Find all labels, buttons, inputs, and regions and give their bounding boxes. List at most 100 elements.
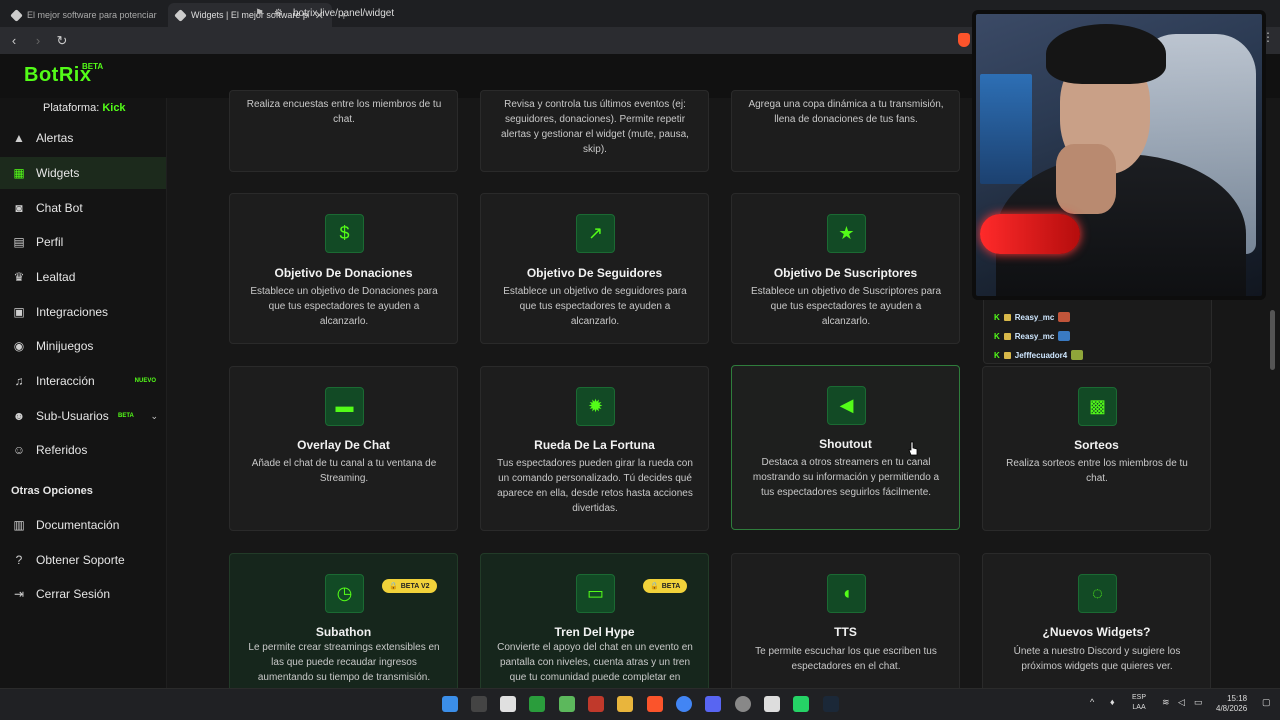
mouse-cursor-icon xyxy=(908,441,918,456)
webcam-microphone xyxy=(980,214,1080,254)
xbox-icon[interactable] xyxy=(529,696,545,712)
sidebar-item-interaccion[interactable]: ♫ Interacción NUEVO xyxy=(0,365,166,397)
volume-icon[interactable]: ◁ xyxy=(1178,697,1185,707)
bulb-icon: ◌ xyxy=(1078,574,1117,613)
new-badge: NUEVO xyxy=(134,378,156,384)
steam-icon[interactable] xyxy=(823,696,839,712)
widget-card-subathon[interactable]: 🔒 BETA V2 ◷ Subathon Le permite crear str… xyxy=(229,553,458,693)
sidebar-item-documentacion[interactable]: ▥ Documentación xyxy=(0,509,166,541)
whatsapp-icon[interactable] xyxy=(793,696,809,712)
address-bar[interactable]: ⚑ ⚙ botrix.live/panel/widget xyxy=(255,4,965,23)
sidebar-item-chat-bot[interactable]: ◙ Chat Bot xyxy=(0,192,166,224)
sidebar-item-label: Widgets xyxy=(36,166,80,180)
widget-description: Convierte el apoyo del chat en un evento… xyxy=(497,642,693,683)
widget-description: Realiza sorteos entre los miembros de tu… xyxy=(1006,458,1188,484)
forward-icon[interactable]: › xyxy=(28,33,48,48)
widget-title: Shoutout xyxy=(819,437,872,451)
webcam-background xyxy=(980,74,1032,184)
widget-card-objetivo-seguidores[interactable]: ↗ Objetivo De Seguidores Establece un ob… xyxy=(480,193,709,344)
widget-card-nuevos-widgets[interactable]: ◌ ¿Nuevos Widgets? Únete a nuestro Disco… xyxy=(982,553,1211,693)
microphone-icon[interactable]: ♦ xyxy=(1110,697,1115,707)
brave-shield-icon[interactable] xyxy=(958,33,970,47)
sidebar-item-label: Documentación xyxy=(36,518,120,532)
chat-username: Reasy_mc xyxy=(1014,312,1055,322)
sidebar-item-alertas[interactable]: ▲ Alertas xyxy=(0,122,166,154)
minecraft-icon[interactable] xyxy=(559,696,575,712)
bookmark-icon[interactable]: ⚑ xyxy=(255,8,264,19)
wifi-icon[interactable]: ≋ xyxy=(1162,697,1170,707)
sidebar-item-referidos[interactable]: ☺ Referidos xyxy=(0,434,166,466)
chevron-down-icon[interactable]: ⌄ xyxy=(150,411,158,422)
sidebar-item-label: Interacción xyxy=(36,374,95,388)
widget-card-objetivo-donaciones[interactable]: $ Objetivo De Donaciones Establece un ob… xyxy=(229,193,458,344)
widget-card-objetivo-suscriptores[interactable]: ★ Objetivo De Suscriptores Establece un … xyxy=(731,193,960,344)
chrome-icon[interactable] xyxy=(676,696,692,712)
widget-card-encuestas[interactable]: Realiza encuestas entre los miembros de … xyxy=(229,90,458,172)
clock-time: 15:18 xyxy=(1227,694,1248,703)
users-icon: ☻ xyxy=(12,409,26,423)
discord-icon[interactable] xyxy=(705,696,721,712)
emote-icon xyxy=(1058,331,1071,341)
site-info-icon[interactable]: ⚙ xyxy=(274,8,283,19)
widget-card-copa[interactable]: Agrega una copa dinámica a tu transmisió… xyxy=(731,90,960,172)
page-scrollbar[interactable] xyxy=(1270,310,1275,370)
back-icon[interactable]: ‹ xyxy=(4,33,24,48)
sidebar-item-integraciones[interactable]: ▣ Integraciones xyxy=(0,296,166,328)
chat-message: K Reasy_mc xyxy=(994,312,1071,322)
widget-card-eventos[interactable]: Revisa y controla tus últimos eventos (e… xyxy=(480,90,709,172)
beta-badge: 🔒 BETA xyxy=(643,579,688,593)
sidebar-item-label: Minijuegos xyxy=(36,339,94,353)
widget-title: Objetivo De Suscriptores xyxy=(773,266,918,280)
sidebar-item-cerrar-sesion[interactable]: ⇥ Cerrar Sesión xyxy=(0,578,166,610)
widget-card-rueda-fortuna[interactable]: ✹ Rueda De La Fortuna Tus espectadores p… xyxy=(480,366,709,531)
sidebar-item-sub-usuarios[interactable]: ☻ Sub-Usuarios BETA ⌄ xyxy=(0,400,166,432)
sidebar-item-label: Lealtad xyxy=(36,270,76,284)
sidebar-item-obtener-soporte[interactable]: ? Obtener Soporte xyxy=(0,544,166,576)
widget-title: Objetivo De Seguidores xyxy=(526,266,663,280)
sidebar-item-lealtad[interactable]: ♛ Lealtad xyxy=(0,261,166,293)
browser-tab[interactable]: El mejor software para potenciar xyxy=(4,3,168,27)
store-icon[interactable] xyxy=(500,696,516,712)
music-icon: ♫ xyxy=(14,374,24,388)
chat-message: K Reasy_mc xyxy=(994,331,1071,341)
widget-description: Tus espectadores pueden girar la rueda c… xyxy=(497,458,693,514)
badge-icon xyxy=(1003,313,1011,321)
taskbar xyxy=(0,688,1280,720)
badge-icon xyxy=(1003,332,1011,340)
chat-icon: ▬ xyxy=(325,387,364,426)
brave-icon[interactable] xyxy=(647,696,663,712)
sidebar-item-widgets[interactable]: ▦ Widgets xyxy=(0,157,166,189)
widget-card-sorteos[interactable]: ▩ Sorteos Realiza sorteos entre los miem… xyxy=(982,366,1211,531)
speaker-icon: ◖ xyxy=(827,574,866,613)
star-icon: ★ xyxy=(827,214,866,253)
sidebar-item-perfil[interactable]: ▤ Perfil xyxy=(0,226,166,258)
capcut-icon[interactable] xyxy=(764,696,780,712)
platform-label: Plataforma: xyxy=(43,102,100,114)
train-icon: ▭ xyxy=(576,574,615,613)
language-indicator[interactable]: ESP LAA xyxy=(1132,693,1146,713)
widget-card-tts[interactable]: ◖ TTS Te permite escuchar los que escrib… xyxy=(731,553,960,693)
windows-start-icon[interactable] xyxy=(442,696,458,712)
clock[interactable]: 15:18 4/8/2026 xyxy=(1216,694,1247,714)
sidebar-item-minijuegos[interactable]: ◉ Minijuegos xyxy=(0,330,166,362)
botrix-favicon-icon xyxy=(10,8,23,22)
widget-description: Establece un objetivo de Donaciones para… xyxy=(250,286,438,327)
tray-chevron-icon[interactable]: ^ xyxy=(1090,697,1094,707)
notifications-icon[interactable]: ▢ xyxy=(1262,697,1271,707)
app-icon[interactable] xyxy=(588,696,604,712)
logout-icon: ⇥ xyxy=(13,587,25,601)
folder-icon[interactable] xyxy=(617,696,633,712)
beta-badge-label: BETA V2 xyxy=(400,582,430,590)
widget-card-overlay-chat[interactable]: ▬ Overlay De Chat Añade el chat de tu ca… xyxy=(229,366,458,531)
obs-icon[interactable] xyxy=(735,696,751,712)
chat-username: Jefffecuador4 xyxy=(1014,350,1068,360)
reload-icon[interactable]: ↻ xyxy=(52,33,72,49)
widget-title: Tren Del Hype xyxy=(554,625,635,639)
sidebar-item-label: Obtener Soporte xyxy=(36,553,125,567)
task-view-icon[interactable] xyxy=(471,696,487,712)
battery-icon[interactable]: ▭ xyxy=(1194,697,1203,707)
widget-description: Añade el chat de tu canal a tu ventana d… xyxy=(251,458,437,484)
widget-card-tren-hype[interactable]: 🔒 BETA ▭ Tren Del Hype Convierte el apoyo… xyxy=(480,553,709,693)
widget-card-shoutout[interactable]: ◀ Shoutout Destaca a otros streamers en … xyxy=(731,365,960,530)
robot-icon: ◙ xyxy=(15,201,23,215)
